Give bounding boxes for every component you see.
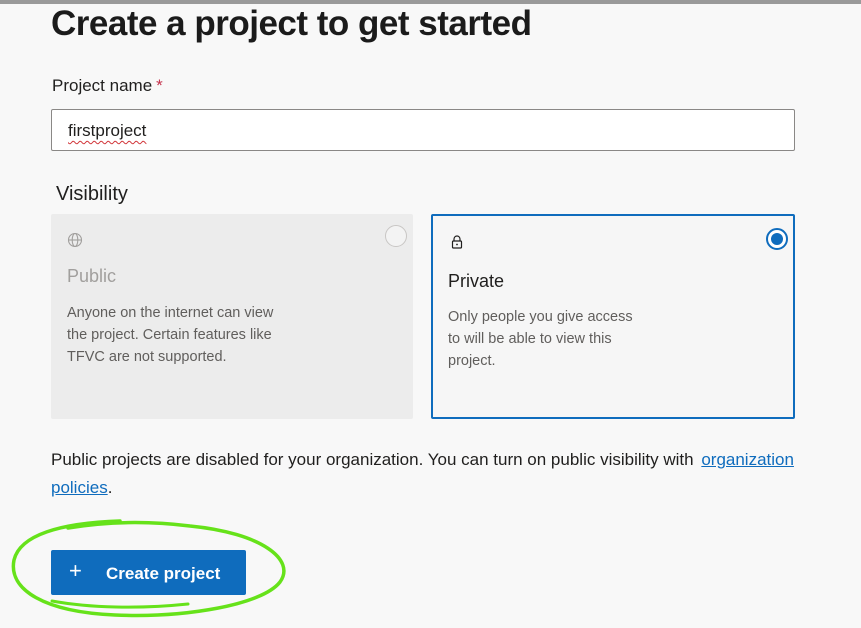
visibility-option-title: Private [448,271,505,291]
public-disabled-notice: Public projects are disabled for your or… [51,446,831,502]
create-project-page: Create a project to get started Project … [0,0,861,628]
required-marker: * [156,76,163,95]
visibility-option-private[interactable]: Private Only people you give access to w… [431,214,795,419]
radio-private[interactable] [766,228,788,250]
visibility-option-public[interactable]: Public Anyone on the internet can view t… [51,214,413,419]
project-name-value: firstproject [68,121,147,140]
project-name-input[interactable]: firstproject [51,109,795,151]
create-project-button[interactable]: + Create project [51,550,246,595]
visibility-option-title: Public [67,266,117,286]
visibility-option-description: Only people you give access to will be a… [448,309,633,369]
visibility-label: Visibility [56,183,128,205]
lock-icon [449,234,465,254]
plus-icon: + [69,558,82,583]
visibility-option-description: Anyone on the internet can view the proj… [67,305,274,365]
notice-text: Public projects are disabled for your or… [51,450,694,469]
create-project-label: Create project [106,564,221,583]
project-name-label: Project name * [52,76,163,96]
radio-public[interactable] [385,225,407,247]
page-title: Create a project to get started [51,4,532,43]
notice-trailing: . [107,478,113,497]
globe-icon [67,232,83,252]
project-name-label-text: Project name [52,76,153,95]
